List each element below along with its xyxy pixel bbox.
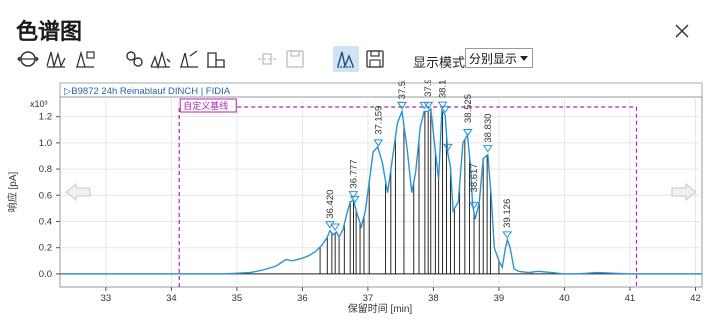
y-tick-label: 0.4 bbox=[39, 216, 52, 227]
chevron-down-icon bbox=[520, 56, 528, 61]
window-title: 色谱图 bbox=[16, 20, 83, 45]
peak-label: 38.830 bbox=[483, 114, 494, 143]
chromatogram-panel: ▷B9872 24h Reinablauf DINCH | FIDIA x10³… bbox=[0, 68, 710, 325]
save-icon[interactable] bbox=[362, 46, 388, 72]
baseline-region-label: 自定义基线 bbox=[183, 100, 228, 111]
x-tick-label: 36 bbox=[297, 293, 308, 304]
zoom-reset-icon[interactable] bbox=[15, 46, 41, 72]
split-view-icon[interactable] bbox=[333, 46, 359, 72]
x-tick-label: 40 bbox=[559, 293, 570, 304]
y-tick-label: 0.2 bbox=[39, 243, 52, 254]
x-tick-label: 33 bbox=[101, 293, 112, 304]
y-multiplier: x10³ bbox=[30, 99, 48, 109]
x-tick-label: 39 bbox=[494, 293, 505, 304]
display-mode-label: 显示模式 bbox=[413, 56, 466, 71]
toolbar bbox=[0, 44, 710, 74]
baseline-icon[interactable] bbox=[176, 46, 202, 72]
link-icon[interactable] bbox=[122, 46, 148, 72]
peak-integrate-icon[interactable] bbox=[72, 46, 98, 72]
x-tick-label: 34 bbox=[166, 293, 177, 304]
x-tick-label: 41 bbox=[625, 293, 636, 304]
y-axis-label: 响应 [pA] bbox=[6, 172, 19, 213]
peak-label: 39.126 bbox=[502, 199, 513, 228]
close-icon[interactable] bbox=[672, 21, 692, 41]
x-tick-label: 35 bbox=[232, 293, 243, 304]
chromatogram-chart: ▷B9872 24h Reinablauf DINCH | FIDIA x10³… bbox=[6, 68, 703, 315]
display-mode-value: 分别显示 bbox=[469, 52, 518, 66]
peak-label: 38.140 bbox=[438, 80, 449, 98]
manual-integration-icon bbox=[254, 46, 280, 72]
y-tick-label: 0.8 bbox=[39, 164, 52, 175]
x-axis: 33 34 35 36 37 38 39 40 41 42 bbox=[101, 287, 701, 304]
peak-marker-icon[interactable] bbox=[147, 46, 173, 72]
trace-label: ▷B9872 24h Reinablauf DINCH | FIDIA bbox=[64, 86, 231, 97]
peak-label: 37.520 bbox=[397, 80, 408, 99]
peak-label: 36.420 bbox=[325, 190, 336, 219]
peak-label: 38.525 bbox=[463, 94, 474, 123]
y-tick-label: 0.6 bbox=[39, 190, 52, 201]
peak-label: 37.159 bbox=[373, 106, 384, 135]
x-tick-label: 37 bbox=[363, 293, 374, 304]
baseline-edit-icon[interactable] bbox=[203, 46, 229, 72]
peak-label: 38.617 bbox=[469, 163, 480, 192]
display-mode-select[interactable]: 分别显示 bbox=[465, 48, 533, 68]
y-tick-label: 1.2 bbox=[39, 112, 52, 123]
save-disabled-icon bbox=[282, 46, 308, 72]
x-axis-label: 保留时间 [min] bbox=[348, 302, 413, 315]
peak-label: 37.924 bbox=[423, 80, 434, 97]
peak-label: 36.777 bbox=[348, 159, 359, 188]
y-tick-label: 0.0 bbox=[39, 269, 52, 280]
peak-label-icon[interactable] bbox=[43, 46, 69, 72]
y-tick-label: 1.0 bbox=[39, 138, 52, 149]
x-tick-label: 38 bbox=[428, 293, 439, 304]
y-axis: 0.0 0.2 0.4 0.6 0.8 1.0 1.2 bbox=[39, 112, 60, 280]
x-tick-label: 42 bbox=[690, 293, 701, 304]
